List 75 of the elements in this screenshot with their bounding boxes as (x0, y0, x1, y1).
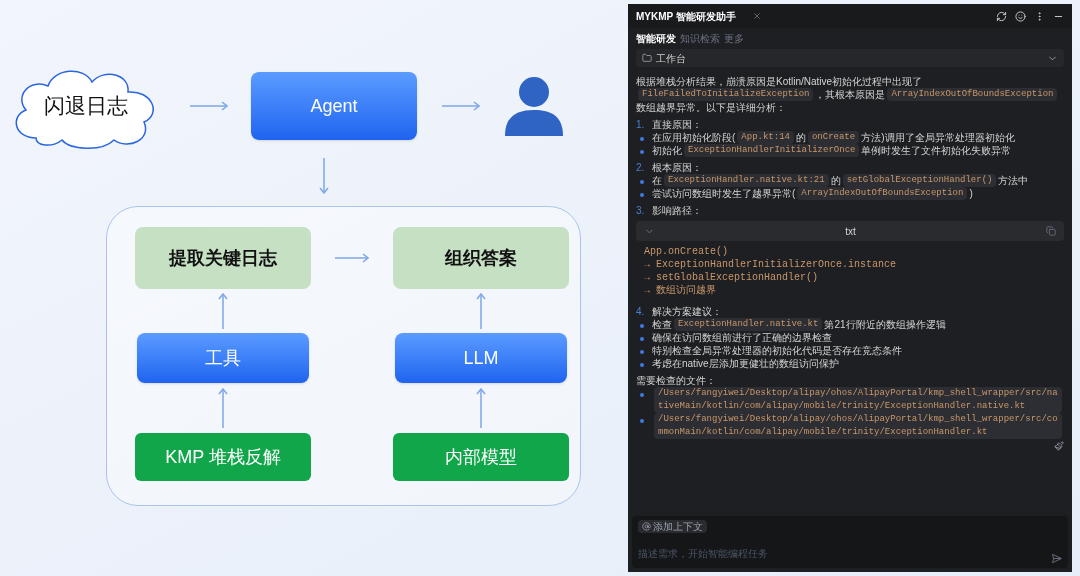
list-number: 4. (636, 305, 645, 318)
inline-code: setGlobalExceptionHandler() (842, 174, 997, 187)
list-number: 3. (636, 204, 645, 217)
code-language: txt (844, 224, 857, 238)
message-text: 方法中 (998, 174, 1029, 187)
inline-code: onCreate (807, 131, 860, 144)
chat-input-box[interactable]: 添加上下文 描述需求，开始智能编程任务 (632, 516, 1068, 568)
message-text: 数组越界异常。以下是详细分析： (636, 101, 786, 114)
message-text: 影响路径： (652, 204, 703, 217)
panel-title: MYKMP 智能研发助手 (636, 9, 736, 23)
arrow (217, 388, 229, 428)
context-chip[interactable]: 添加上下文 (638, 520, 707, 533)
inline-code: ExceptionHandler.native.kt:21 (664, 174, 829, 187)
inline-code: FileFailedToInitializeException (638, 88, 814, 101)
message-text: 尝试访问数组时发生了越界异常( (652, 187, 796, 200)
message-text: 考虑在native层添加更健壮的数组访问保护 (652, 357, 839, 370)
message-text: 特别检查全局异常处理器的初始化代码是否存在竞态条件 (652, 344, 902, 357)
person-icon (503, 74, 565, 138)
process-box: LLM (395, 333, 567, 383)
arrow (318, 158, 330, 194)
send-icon[interactable] (1051, 553, 1062, 564)
arrow (190, 100, 228, 112)
inline-code: ArrayIndexOutOfBoundsException (887, 88, 1058, 101)
inline-code: /Users/fangyiwei/Desktop/alipay/ohos/AlipayPortal/kmp_shell_wrapper/src/nativeMain/kotlin/com/alipay/mobile/trinity/ExceptionHandler.native.kt (654, 387, 1062, 413)
inline-code: App.kt:14 (737, 131, 794, 144)
arrow (335, 252, 369, 264)
workspace-dropdown[interactable]: 工作台 (636, 49, 1064, 67)
message-text: 确保在访问数组前进行了正确的边界检查 (652, 331, 832, 344)
source-box: KMP 堆栈反解 (135, 433, 311, 481)
inline-code: ArrayIndexOutOfBoundsException (797, 187, 968, 200)
arrow (217, 293, 229, 329)
inline-code: ExceptionHandler.native.kt (674, 318, 823, 331)
agent-box: Agent (251, 72, 417, 140)
smiley-icon[interactable] (1015, 10, 1026, 22)
tab[interactable]: 知识检索 (680, 32, 720, 45)
brush-icon[interactable] (1054, 441, 1064, 451)
message-text: 根本原因： (652, 161, 703, 174)
code-line: → setGlobalExceptionHandler() (644, 271, 819, 284)
inline-code: ExceptionHandlerInitializerOnce (684, 144, 860, 157)
list-number: 1. (636, 118, 645, 131)
message-text: 初始化 (652, 144, 682, 157)
close-icon[interactable] (751, 11, 762, 21)
process-box: 工具 (137, 333, 309, 383)
message-text: 方法)调用了全局异常处理器初始化 (861, 131, 1015, 144)
arrow (475, 388, 487, 428)
message-text: 根据堆栈分析结果，崩溃原因是Kotlin/Native初始化过程中出现了 (636, 75, 923, 88)
folder-icon (642, 53, 652, 63)
message-text: 的 (795, 131, 806, 144)
message-text: 直接原因： (652, 118, 703, 131)
cloud-label: 闪退日志 (44, 93, 128, 120)
arrow (442, 100, 480, 112)
at-icon (642, 522, 651, 531)
message-text: 解决方案建议： (652, 305, 723, 318)
prompt-input[interactable]: 描述需求，开始智能编程任务 (638, 547, 1051, 560)
result-box: 提取关键日志 (135, 227, 311, 289)
source-box: 内部模型 (393, 433, 569, 481)
message-text: ，其根本原因是 (815, 88, 886, 101)
result-box: 组织答案 (393, 227, 569, 289)
message-text: 在 (652, 174, 662, 187)
message-text: 检查 (652, 318, 672, 331)
code-line: → 数组访问越界 (644, 284, 716, 297)
message-text: 在应用初始化阶段( (652, 131, 736, 144)
tab[interactable]: 智能研发 (636, 32, 676, 45)
list-number: 2. (636, 161, 645, 174)
message-text: 单例时发生了文件初始化失败异常 (861, 144, 1012, 157)
code-line: → ExceptionHandlerInitializerOnce.instance (644, 258, 897, 271)
message-text: 第21行附近的数组操作逻辑 (824, 318, 946, 331)
message-text: 需要检查的文件： (636, 374, 716, 387)
code-line: App.onCreate() (644, 245, 728, 258)
refresh-icon[interactable] (996, 10, 1007, 22)
message-text: ) (969, 187, 973, 200)
arrow (475, 293, 487, 329)
tab[interactable]: 更多 (724, 32, 744, 45)
message-text: 的 (830, 174, 841, 187)
inline-code: /Users/fangyiwei/Desktop/alipay/ohos/AlipayPortal/kmp_shell_wrapper/src/commonMain/kotlin/com/alipay/mobile/trinity/ExceptionHandler.kt (654, 413, 1062, 439)
